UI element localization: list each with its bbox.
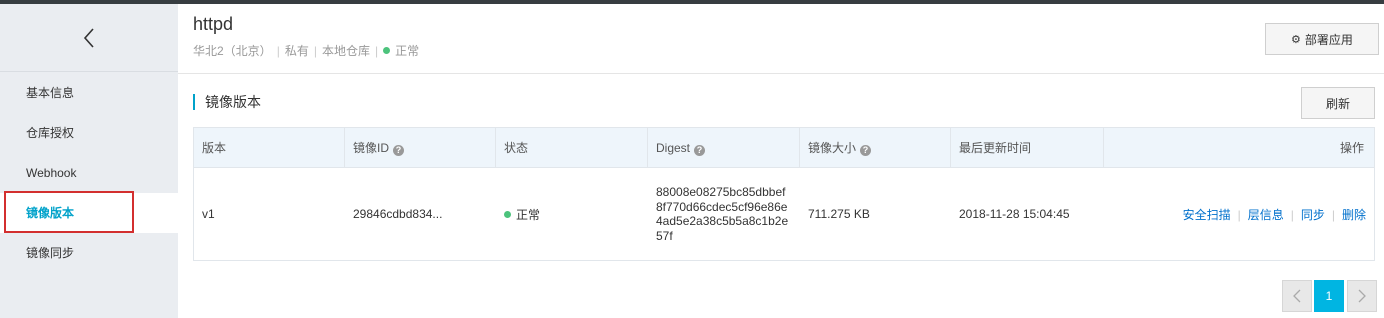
sidebar-item-webhook[interactable]: Webhook bbox=[0, 153, 178, 193]
sidebar-item-image-sync[interactable]: 镜像同步 bbox=[0, 233, 178, 273]
divider: | bbox=[1331, 207, 1335, 222]
column-header-image-id: 镜像ID? bbox=[345, 128, 496, 168]
chevron-left-icon bbox=[83, 27, 94, 48]
divider: | bbox=[276, 43, 280, 58]
cell-updated: 2018-11-28 15:04:45 bbox=[959, 207, 1070, 221]
page-header: httpd 华北2（北京） | 私有 | 本地仓库 | 正常 ⚙ 部署应用 bbox=[178, 4, 1384, 74]
table-header: 版本 镜像ID? 状态 Digest? 镜像大小? 最后更新时间 操作 bbox=[194, 128, 1374, 168]
repo-meta: 华北2（北京） | 私有 | 本地仓库 | 正常 bbox=[193, 42, 419, 59]
sidebar-item-repo-auth[interactable]: 仓库授权 bbox=[0, 113, 178, 153]
column-header-label: 版本 bbox=[202, 141, 227, 155]
gear-icon: ⚙ bbox=[1291, 33, 1301, 46]
versions-table: 版本 镜像ID? 状态 Digest? 镜像大小? 最后更新时间 操作 v1 2… bbox=[193, 127, 1375, 261]
deploy-app-label: 部署应用 bbox=[1304, 32, 1353, 47]
delete-link[interactable]: 删除 bbox=[1342, 208, 1366, 222]
status-dot-icon bbox=[504, 210, 511, 218]
help-icon[interactable]: ? bbox=[860, 145, 872, 156]
cell-actions: 安全扫描 | 层信息 | 同步 | 删除 bbox=[1104, 206, 1374, 223]
column-header-label: 状态 bbox=[504, 141, 529, 155]
repo-type: 本地仓库 bbox=[321, 44, 370, 58]
chevron-left-icon bbox=[1293, 289, 1301, 303]
column-header-label: Digest bbox=[656, 141, 691, 155]
column-header-size: 镜像大小? bbox=[800, 128, 951, 168]
divider: | bbox=[1290, 207, 1294, 222]
column-header-label: 操作 bbox=[1339, 141, 1364, 155]
sidebar-nav: 基本信息 仓库授权 Webhook 镜像版本 镜像同步 bbox=[0, 73, 178, 273]
help-icon[interactable]: ? bbox=[694, 145, 706, 156]
page-1-button[interactable]: 1 bbox=[1314, 280, 1344, 312]
cell-image-id: 29846cdbd834... bbox=[353, 207, 443, 221]
column-header-label: 镜像ID bbox=[353, 141, 390, 155]
page-title: httpd bbox=[193, 14, 234, 34]
prev-page-button[interactable] bbox=[1282, 280, 1312, 312]
cell-version: v1 bbox=[202, 207, 215, 221]
sidebar-item-basic-info[interactable]: 基本信息 bbox=[0, 73, 178, 113]
status-dot-icon bbox=[383, 47, 391, 54]
chevron-right-icon bbox=[1358, 289, 1366, 303]
column-header-actions: 操作 bbox=[1104, 128, 1374, 168]
repo-visibility: 私有 bbox=[284, 44, 309, 58]
security-scan-link[interactable]: 安全扫描 bbox=[1183, 208, 1231, 222]
cell-status: 正常 bbox=[496, 206, 648, 223]
repo-region: 华北2（北京） bbox=[193, 44, 272, 58]
sync-link[interactable]: 同步 bbox=[1301, 208, 1325, 222]
sidebar-item-image-versions[interactable]: 镜像版本 bbox=[0, 193, 178, 233]
cell-digest: 88008e08275bc85dbbef8f770d66cdec5cf96e86… bbox=[656, 185, 789, 243]
divider: | bbox=[374, 43, 379, 58]
column-header-digest: Digest? bbox=[648, 128, 800, 168]
divider: | bbox=[1237, 207, 1241, 222]
back-button[interactable] bbox=[0, 4, 178, 72]
table-row: v1 29846cdbd834... 正常 88008e08275bc85dbb… bbox=[194, 168, 1374, 260]
section-title: 镜像版本 bbox=[193, 94, 261, 110]
sidebar: 基本信息 仓库授权 Webhook 镜像版本 镜像同步 bbox=[0, 4, 178, 318]
divider: | bbox=[313, 43, 317, 58]
column-header-label: 镜像大小 bbox=[808, 141, 857, 155]
next-page-button[interactable] bbox=[1347, 280, 1377, 312]
deploy-app-button[interactable]: ⚙ 部署应用 bbox=[1265, 23, 1379, 55]
refresh-button[interactable]: 刷新 bbox=[1301, 87, 1375, 119]
column-header-status: 状态 bbox=[496, 128, 648, 168]
column-header-version: 版本 bbox=[194, 128, 345, 168]
repo-status: 正常 bbox=[395, 44, 420, 58]
layer-info-link[interactable]: 层信息 bbox=[1248, 208, 1284, 222]
cell-size: 711.275 KB bbox=[808, 207, 870, 221]
main-content: httpd 华北2（北京） | 私有 | 本地仓库 | 正常 ⚙ 部署应用 镜像… bbox=[178, 4, 1384, 318]
column-header-updated: 最后更新时间 bbox=[951, 128, 1104, 168]
help-icon[interactable]: ? bbox=[393, 145, 405, 156]
column-header-label: 最后更新时间 bbox=[959, 141, 1032, 155]
status-text: 正常 bbox=[516, 207, 541, 222]
